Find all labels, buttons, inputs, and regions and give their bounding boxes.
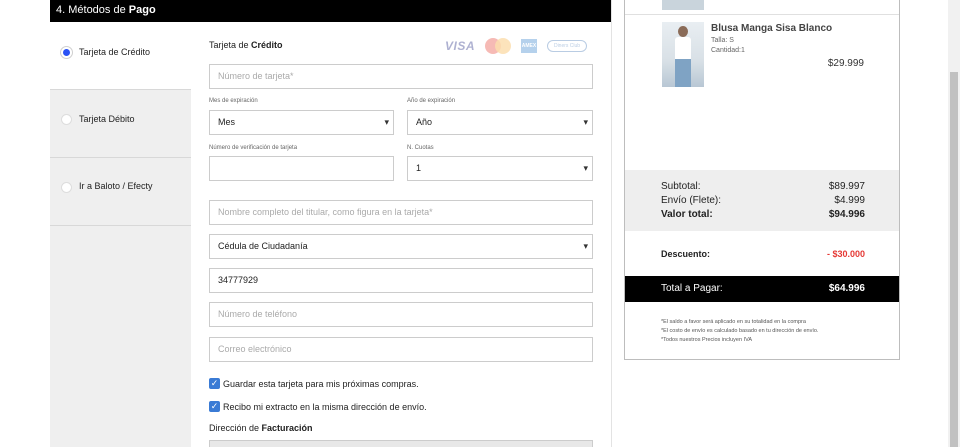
total-label: Valor total: — [661, 209, 713, 220]
payment-section-header: 4. Métodos de Pago — [50, 0, 611, 22]
payment-panel-border — [611, 0, 612, 447]
exp-year-select[interactable]: Año — [407, 110, 593, 135]
radio-baloto-efecty[interactable] — [61, 182, 72, 193]
payment-step-title: 4. Métodos de — [56, 4, 129, 16]
note-iva: *Todos nuestros Precios incluyen IVA — [661, 337, 752, 343]
save-card-label: Guardar esta tarjeta para mis próximas c… — [223, 378, 419, 389]
grand-total-label: Total a Pagar: — [661, 283, 723, 294]
previous-product-image — [662, 0, 704, 10]
installments-select[interactable]: 1 — [407, 156, 593, 181]
page-scrollbar-thumb[interactable] — [950, 72, 958, 447]
billing-title-bold: Facturación — [261, 423, 313, 433]
note-shipping: *El costo de envío es calculado basado e… — [661, 328, 819, 334]
save-card-option[interactable]: ✓ Guardar esta tarjeta para mis próximas… — [209, 378, 419, 389]
shipping-row: Envío (Flete): $4.999 — [661, 195, 865, 206]
card-brands: VISA AMEX Diners Club — [445, 38, 588, 54]
same-address-checkbox[interactable]: ✓ — [209, 401, 220, 412]
product-quantity: Cantidad:1 — [711, 47, 745, 54]
method-debit-card-label: Tarjeta Débito — [79, 114, 135, 124]
product-price: $29.999 — [827, 58, 864, 69]
shipping-label: Envío (Flete): — [661, 195, 722, 206]
note-balance: *El saldo a favor será aplicado en su to… — [661, 319, 806, 325]
billing-title-prefix: Dirección de — [209, 423, 262, 433]
radio-debit-card[interactable] — [61, 114, 72, 125]
billing-address-title: Dirección de Facturación — [209, 423, 313, 433]
payment-methods-list: Tarjeta de Crédito Tarjeta Débito Ir a B… — [50, 22, 191, 447]
subtotal-row: Subtotal: $89.997 — [661, 181, 865, 192]
email-input[interactable]: Correo electrónico — [209, 337, 593, 362]
exp-month-select[interactable]: Mes — [209, 110, 394, 135]
order-summary: Blusa Manga Sisa Blanco Talla: S Cantida… — [624, 0, 900, 360]
billing-address-field[interactable] — [209, 440, 593, 447]
amex-icon: AMEX — [521, 39, 538, 53]
cvv-label: Número de verificación de tarjeta — [209, 145, 298, 151]
installments-label: N. Cuotas — [407, 145, 434, 151]
exp-year-label: Año de expiración — [407, 98, 456, 104]
method-credit-card[interactable]: Tarjeta de Crédito — [50, 22, 191, 90]
total-row: Valor total: $94.996 — [661, 209, 865, 220]
method-baloto-efecty[interactable]: Ir a Baloto / Efecty — [50, 158, 191, 226]
summary-notes: *El saldo a favor será aplicado en su to… — [661, 318, 818, 345]
method-debit-card[interactable]: Tarjeta Débito — [50, 90, 191, 158]
subtotal-value: $89.997 — [828, 181, 865, 192]
discount-row: Descuento: - $30.000 — [661, 249, 865, 259]
cvv-input[interactable] — [209, 156, 394, 181]
subtotal-label: Subtotal: — [661, 181, 701, 192]
mastercard-icon — [485, 38, 512, 54]
discount-label: Descuento: — [661, 249, 711, 259]
product-image[interactable] — [662, 22, 704, 87]
method-baloto-efecty-label: Ir a Baloto / Efecty — [79, 181, 153, 191]
diners-club-icon: Diners Club — [547, 40, 588, 52]
product-name[interactable]: Blusa Manga Sisa Blanco — [711, 23, 832, 34]
totals-box: Subtotal: $89.997 Envío (Flete): $4.999 … — [625, 170, 899, 231]
visa-icon: VISA — [445, 39, 476, 53]
radio-credit-card[interactable] — [61, 47, 72, 58]
phone-input[interactable]: Número de teléfono — [209, 302, 593, 327]
exp-month-label: Mes de expiración — [209, 98, 258, 104]
payment-step-title-bold: Pago — [128, 4, 156, 16]
card-number-input[interactable]: Número de tarjeta* — [209, 64, 593, 89]
product-size: Talla: S — [711, 37, 734, 44]
total-value: $94.996 — [828, 209, 865, 220]
product-divider — [625, 14, 899, 15]
form-title-prefix: Tarjeta de — [209, 40, 252, 50]
card-holder-input[interactable]: Nombre completo del titular, como figura… — [209, 200, 593, 225]
form-title: Tarjeta de Crédito — [209, 40, 283, 50]
grand-total-bar: Total a Pagar: $64.996 — [625, 276, 899, 302]
document-type-select[interactable]: Cédula de Ciudadanía — [209, 234, 593, 259]
same-address-label: Recibo mi extracto en la misma dirección… — [223, 401, 427, 412]
method-credit-card-label: Tarjeta de Crédito — [79, 47, 151, 57]
discount-value: - $30.000 — [826, 249, 865, 259]
grand-total-value: $64.996 — [828, 283, 865, 294]
same-address-option[interactable]: ✓ Recibo mi extracto en la misma direcci… — [209, 401, 427, 412]
checkout-page: 4. Métodos de Pago Tarjeta de Crédito Ta… — [0, 0, 960, 447]
save-card-checkbox[interactable]: ✓ — [209, 378, 220, 389]
document-number-input[interactable]: 34777929 — [209, 268, 593, 293]
form-title-bold: Crédito — [251, 40, 283, 50]
shipping-value: $4.999 — [834, 195, 865, 206]
